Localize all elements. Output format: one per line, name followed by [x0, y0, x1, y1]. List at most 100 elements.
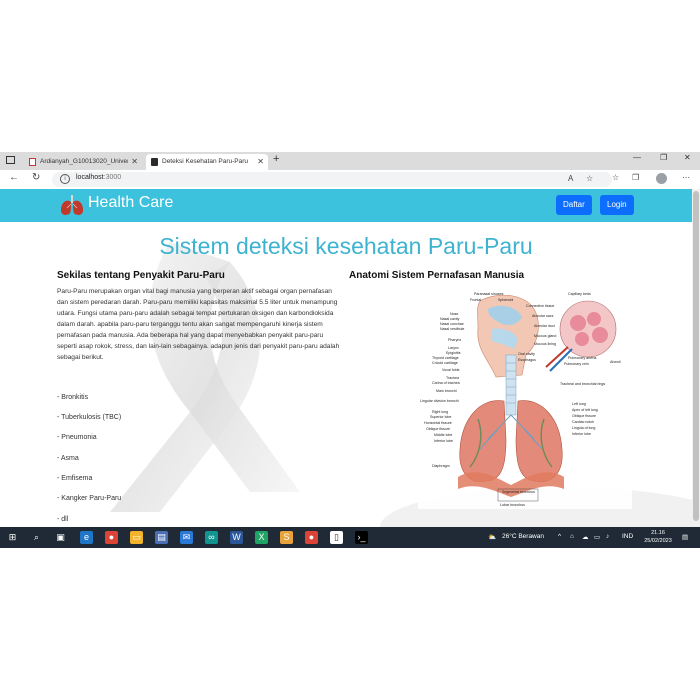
diagram-label: Epiglottis [446, 351, 461, 355]
mail-icon[interactable]: ✉ [180, 531, 193, 544]
task-view-icon[interactable]: ▣ [54, 531, 67, 544]
arduino-icon[interactable]: ∞ [205, 531, 218, 544]
chrome-icon[interactable]: ● [105, 531, 118, 544]
tab-label: Deteksi Kesehatan Paru-Paru [162, 158, 248, 165]
excel-icon[interactable]: X [255, 531, 268, 544]
page-title: Sistem deteksi kesehatan Paru-Paru [159, 233, 533, 259]
diagram-label: Trachea [446, 376, 459, 380]
page-scrollbar[interactable] [692, 189, 700, 527]
login-button[interactable]: Login [600, 195, 634, 215]
close-tab-icon[interactable]: ✕ [257, 154, 264, 170]
info-icon[interactable]: i [60, 174, 70, 184]
daftar-button[interactable]: Daftar [556, 195, 592, 215]
screenshot-area: Ardianyah_G10013020_Universi ✕ Deteksi K… [0, 152, 700, 548]
weather-icon[interactable]: ⛅ [488, 533, 496, 541]
list-item: - Bronkitis [57, 394, 89, 401]
left-section-title: Sekilas tentang Penyakit Paru-Paru [57, 270, 225, 281]
diagram-label: Oral cavity [518, 352, 535, 356]
read-aloud-icon[interactable]: A [568, 174, 573, 183]
list-item: - Emfisema [57, 475, 93, 482]
diagram-label: Horizontal fissure [424, 421, 452, 425]
store-icon[interactable]: ▤ [155, 531, 168, 544]
favorites-icon[interactable]: ☆ [612, 173, 619, 182]
diagram-label: Right lung [432, 410, 448, 414]
onedrive-icon[interactable]: ☁ [582, 533, 589, 541]
diagram-label: Mucous gland [534, 334, 556, 338]
diagram-label: Pharynx [448, 338, 461, 342]
diagram-label: Middle lobe [434, 433, 452, 437]
diagram-label: Capillary beds [568, 292, 591, 296]
diagram-label: Sphenoid [498, 298, 513, 302]
diagram-label: Thyroid cartilage [432, 356, 459, 360]
notifications-icon[interactable]: ▤ [682, 533, 688, 541]
tab-label: Ardianyah_G10013020_Universi [40, 158, 128, 165]
diagram-label: Left lung [572, 402, 586, 406]
diagram-label: Inferior lobe [572, 432, 591, 436]
description-paragraph: Paru-Paru merupakan organ vital bagi man… [57, 288, 340, 361]
diagram-label: Nasal cavity [440, 317, 460, 321]
windows-taskbar: ⊞ ⌕ ▣ e ● ▭ ▤ ✉ ∞ W X S ● ▯ ›_ ⛅ 26°C Be… [0, 527, 700, 548]
diagram-label: Main bronchi [436, 389, 457, 393]
diagram-label: Alveolar sacs [532, 314, 554, 318]
diagram-label: Oblique fissure [426, 427, 450, 431]
edge-icon[interactable]: e [80, 531, 93, 544]
diagram-label: Nasal conchae [440, 322, 464, 326]
respiratory-anatomy-diagram: Paranasal sinuses Frontal Sphenoid Nose … [418, 289, 632, 509]
diagram-label: Connective tissue [526, 304, 554, 308]
diagram-label: Oblique fissure [572, 414, 596, 418]
diagram-label: Vocal folds [442, 368, 460, 372]
terminal-icon[interactable]: ›_ [355, 531, 368, 544]
diagram-label: Larynx [448, 346, 459, 350]
diagram-label: Nasal vestibule [440, 327, 464, 331]
address-bar-row: ← ↻ i localhost:3000 A ☆ ☆ ❐ ⋯ [0, 170, 700, 190]
diagram-label: Cricoid cartilage [432, 361, 458, 365]
profile-avatar[interactable] [656, 173, 667, 184]
diagram-label: Lobar bronchus [500, 503, 525, 507]
right-section-title: Anatomi Sistem Pernafasan Manusia [349, 270, 525, 281]
tab-ardianyah[interactable]: Ardianyah_G10013020_Universi ✕ [24, 154, 142, 170]
more-icon[interactable]: ⋯ [682, 173, 690, 182]
file-explorer-icon[interactable]: ▭ [130, 531, 143, 544]
collections-icon[interactable]: ❐ [632, 173, 639, 182]
diagram-label: Diaphragm [432, 464, 450, 468]
new-tab-icon[interactable]: + [273, 153, 279, 165]
network-icon[interactable]: ⌂ [570, 533, 574, 540]
close-window-icon[interactable]: ✕ [684, 153, 691, 162]
close-tab-icon[interactable]: ✕ [131, 154, 138, 170]
diagram-label: Superior lobe [430, 415, 451, 419]
notepad-icon[interactable]: ▯ [330, 531, 343, 544]
diagram-label: Mucous lining [534, 342, 556, 346]
brand-title[interactable]: Health Care [88, 194, 173, 212]
chrome-icon[interactable]: ● [305, 531, 318, 544]
word-icon[interactable]: W [230, 531, 243, 544]
language-indicator[interactable]: IND [622, 533, 633, 540]
diagram-label: Pulmonary arteria [568, 356, 596, 360]
scrollbar-thumb[interactable] [693, 191, 699, 521]
maximize-icon[interactable]: ❐ [660, 153, 667, 162]
diagram-label: Apex of left lung [572, 408, 598, 412]
list-item: - Tuberkulosis (TBC) [57, 414, 122, 421]
diagram-label: Nose [450, 312, 458, 316]
back-icon[interactable]: ← [9, 172, 19, 183]
list-item: - dll [57, 516, 69, 523]
tray-up-icon[interactable]: ^ [558, 533, 561, 540]
battery-icon[interactable]: ▭ [594, 533, 600, 541]
window-menu-icon[interactable] [6, 156, 15, 164]
minimize-icon[interactable]: — [633, 153, 641, 162]
diagram-label: Alveoli [610, 360, 621, 364]
sublime-icon[interactable]: S [280, 531, 293, 544]
diagram-label: Esophagus [518, 358, 536, 362]
page-viewport: Health Care Daftar Login Sistem deteksi … [0, 189, 692, 527]
tab-deteksi[interactable]: Deteksi Kesehatan Paru-Paru ✕ [146, 154, 268, 170]
favorite-icon[interactable]: ☆ [586, 174, 593, 183]
search-icon[interactable]: ⌕ [30, 531, 43, 544]
refresh-icon[interactable]: ↻ [32, 172, 40, 183]
list-item: - Pneumonia [57, 434, 97, 441]
windows-start-icon[interactable]: ⊞ [6, 531, 19, 544]
list-item: - Asma [57, 455, 79, 462]
volume-icon[interactable]: ♪ [606, 533, 609, 540]
lungs-logo-icon [61, 195, 83, 215]
clock[interactable]: 21.16 25/02/2023 [640, 529, 676, 545]
weather-text[interactable]: 26°C Berawan [502, 533, 544, 540]
url-input[interactable]: i localhost:3000 A ☆ [52, 172, 612, 187]
